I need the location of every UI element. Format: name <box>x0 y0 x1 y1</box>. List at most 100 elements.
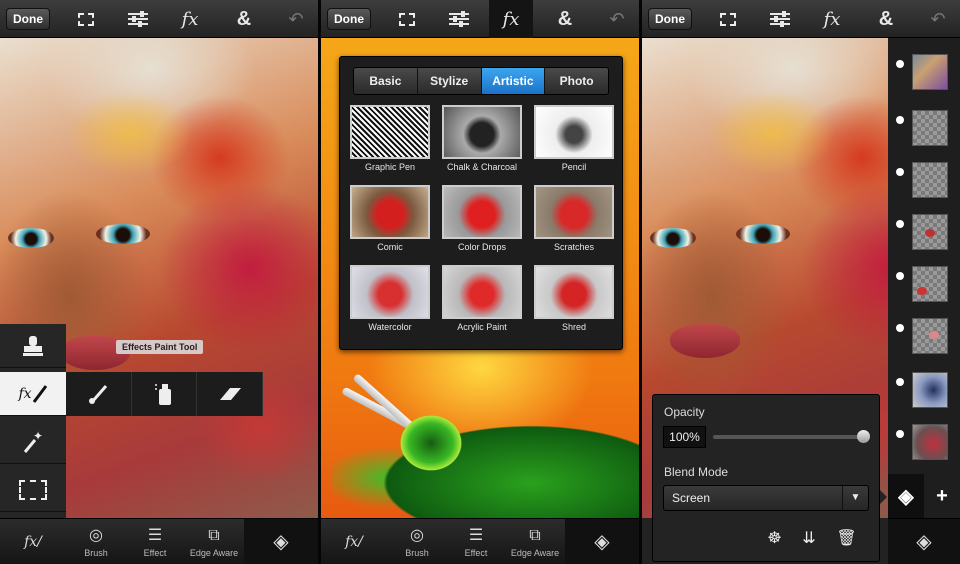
brush-circle-icon: ◎ <box>410 527 424 544</box>
undo-icon[interactable]: ↶ <box>916 0 960 38</box>
layers-add-icon[interactable]: ◈ <box>565 519 639 564</box>
effect-acrylic-paint[interactable]: Acrylic Paint <box>442 265 522 333</box>
brush-size-button[interactable]: ◎ Brush <box>387 519 447 564</box>
effect-color-drops[interactable]: Color Drops <box>442 185 522 253</box>
selection-edit-icon[interactable] <box>706 0 750 38</box>
chameleon-decor <box>331 388 639 518</box>
bottom-item-label: Brush <box>84 548 108 558</box>
marquee-select-icon[interactable] <box>0 468 66 512</box>
top-toolbar: Done fx & ↶ <box>642 0 960 38</box>
effect-category-tabs: Basic Stylize Artistic Photo <box>353 67 609 95</box>
layer-item[interactable] <box>896 318 954 366</box>
magic-wand-icon[interactable]: ✦ <box>0 420 66 464</box>
effect-watercolor[interactable]: Watercolor <box>350 265 430 333</box>
layer-visibility-dot[interactable] <box>896 116 904 124</box>
layer-visibility-dot[interactable] <box>896 60 904 68</box>
ampersand-icon[interactable]: & <box>864 0 908 38</box>
eye-left-decor <box>8 228 54 248</box>
stamp-icon[interactable] <box>0 324 66 368</box>
layers-add-icon[interactable]: ◈ <box>244 519 318 564</box>
fx-icon[interactable]: fx <box>489 0 533 38</box>
effects-paint-icon[interactable]: fx/ <box>321 519 387 564</box>
effect-comic[interactable]: Comic <box>350 185 430 253</box>
layers-add-icon[interactable]: ◈ <box>888 519 960 564</box>
effect-list-icon: ☰ <box>468 527 484 544</box>
effect-thumbnail <box>350 105 430 159</box>
bottom-toolbar: fx/ ◎ Brush ☰ Effect ⧉ Edge Aware ◈ <box>0 518 318 564</box>
selection-edit-icon[interactable] <box>385 0 429 38</box>
bottom-item-label: Brush <box>405 548 429 558</box>
opacity-value[interactable]: 100% <box>663 426 706 448</box>
effect-scratches[interactable]: Scratches <box>534 185 614 253</box>
layer-item[interactable] <box>896 110 954 158</box>
edge-aware-button[interactable]: ⧉ Edge Aware <box>184 519 244 564</box>
spray-icon[interactable] <box>132 372 198 416</box>
done-button[interactable]: Done <box>6 8 50 30</box>
blend-mode-label: Blend Mode <box>664 465 729 479</box>
effects-paint-icon[interactable]: fx <box>0 372 66 416</box>
effect-label: Acrylic Paint <box>457 322 507 332</box>
edge-aware-button[interactable]: ⧉ Edge Aware <box>505 519 565 564</box>
tab-stylize[interactable]: Stylize <box>418 68 482 94</box>
fx-icon[interactable]: fx <box>810 0 854 38</box>
opacity-slider[interactable] <box>713 430 870 443</box>
layer-effects-icon[interactable]: ☸ <box>767 528 781 548</box>
effect-label: Chalk & Charcoal <box>446 162 518 172</box>
layer-item[interactable] <box>896 214 954 262</box>
tab-photo[interactable]: Photo <box>545 68 608 94</box>
effect-thumbnail <box>350 265 430 319</box>
done-button[interactable]: Done <box>648 8 692 30</box>
effect-shred[interactable]: Shred <box>534 265 614 333</box>
undo-icon[interactable]: ↶ <box>274 0 318 38</box>
effect-button[interactable]: ☰ Effect <box>126 519 184 564</box>
blend-mode-value: Screen <box>672 491 711 505</box>
layer-item[interactable] <box>896 372 954 420</box>
selection-edit-icon[interactable] <box>64 0 108 38</box>
tab-artistic[interactable]: Artistic <box>481 68 546 94</box>
layer-item[interactable] <box>896 54 954 102</box>
layer-thumbnail <box>912 54 948 90</box>
effect-pencil[interactable]: Pencil <box>534 105 614 173</box>
fx-icon[interactable]: fx <box>168 0 212 38</box>
eye-right-decor <box>96 224 150 244</box>
layers-stack-icon[interactable]: ◈ <box>888 474 924 518</box>
layer-item[interactable] <box>896 424 954 472</box>
brush-icon[interactable] <box>66 372 132 416</box>
merge-layers-icon[interactable]: ⇊ <box>802 528 815 548</box>
opacity-slider-knob[interactable] <box>857 430 870 443</box>
eraser-icon[interactable] <box>197 372 264 416</box>
layer-visibility-dot[interactable] <box>896 168 904 176</box>
eye-left-decor <box>650 228 696 248</box>
layer-item[interactable] <box>896 162 954 210</box>
adjustments-sliders-icon[interactable] <box>437 0 481 38</box>
bottom-item-label: Edge Aware <box>189 548 239 558</box>
tab-basic[interactable]: Basic <box>354 68 418 94</box>
brush-size-button[interactable]: ◎ Brush <box>66 519 126 564</box>
done-button[interactable]: Done <box>327 8 371 30</box>
layer-visibility-dot[interactable] <box>896 430 904 438</box>
effects-paint-icon[interactable]: fx/ <box>0 519 66 564</box>
ampersand-icon[interactable]: & <box>222 0 266 38</box>
effect-label: Watercolor <box>368 322 412 332</box>
add-layer-button[interactable]: + <box>924 474 960 518</box>
layer-visibility-dot[interactable] <box>896 378 904 386</box>
effect-list-icon: ☰ <box>147 527 163 544</box>
ampersand-icon[interactable]: & <box>543 0 587 38</box>
layer-visibility-dot[interactable] <box>896 272 904 280</box>
delete-layer-icon[interactable]: 🗑 <box>836 528 856 548</box>
effect-chalk-charcoal[interactable]: Chalk & Charcoal <box>442 105 522 173</box>
layer-visibility-dot[interactable] <box>896 220 904 228</box>
screen-layers: Done fx & ↶ ◈ + Opacity 100% Blend Mode … <box>642 0 960 564</box>
adjustments-sliders-icon[interactable] <box>758 0 802 38</box>
effect-graphic-pen[interactable]: Graphic Pen <box>350 105 430 173</box>
undo-icon[interactable]: ↶ <box>595 0 639 38</box>
layer-visibility-dot[interactable] <box>896 324 904 332</box>
effect-button[interactable]: ☰ Effect <box>447 519 505 564</box>
screen-effects: Done fx & ↶ Basic Stylize Artistic Photo… <box>321 0 639 564</box>
effect-label: Comic <box>377 242 403 252</box>
bottom-item-label: Edge Aware <box>510 548 560 558</box>
adjustments-sliders-icon[interactable] <box>116 0 160 38</box>
chevron-down-icon[interactable]: ▼ <box>842 486 868 510</box>
layer-item[interactable] <box>896 266 954 314</box>
blend-mode-select[interactable]: Screen ▼ <box>663 485 869 511</box>
